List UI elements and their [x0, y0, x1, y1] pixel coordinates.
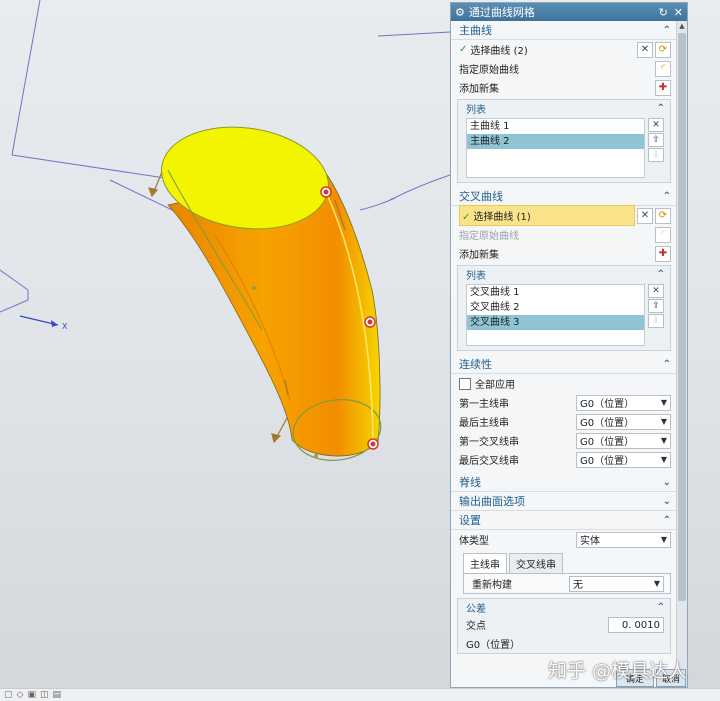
add-set-icon[interactable]: ✚: [655, 245, 671, 262]
chevron-down-icon: ▼: [660, 398, 667, 407]
curve-select-icon[interactable]: ⟳: [655, 207, 671, 224]
section-spine[interactable]: 脊线 ⌄: [451, 473, 677, 492]
chevron-down-icon[interactable]: ⌄: [663, 477, 671, 488]
body-type-select[interactable]: 实体 ▼: [576, 531, 671, 548]
axis-x-label: X: [62, 322, 68, 331]
section-primary-curves[interactable]: 主曲线 ⌃: [451, 21, 677, 40]
scroll-thumb[interactable]: [678, 33, 686, 601]
primary-select-curve-row[interactable]: ✓ 选择曲线 (2) ✕ ⟳: [451, 40, 677, 59]
chevron-down-icon: ▼: [653, 579, 660, 588]
continuity-select[interactable]: G0（位置） ▼: [576, 413, 671, 430]
continuity-select[interactable]: G0（位置） ▼: [576, 394, 671, 411]
chevron-down-icon[interactable]: ⌄: [663, 496, 671, 507]
cross-list-panel: 列表 ⌃ 交叉曲线 1 交叉曲线 2 交叉曲线 3 ✕ ⇧ ⇩: [457, 265, 671, 351]
check-icon: ✓: [462, 212, 471, 223]
down-arrow-icon[interactable]: ⇩: [648, 314, 664, 328]
cross-curves-list[interactable]: 交叉曲线 1 交叉曲线 2 交叉曲线 3: [466, 284, 645, 346]
status-icon[interactable]: ◇: [17, 690, 24, 700]
body-type-row: 体类型 实体 ▼: [451, 530, 677, 549]
gear-icon[interactable]: ⚙: [455, 6, 465, 19]
chevron-down-icon: ▼: [660, 436, 667, 445]
settings-tabs: 主线串 交叉线串: [463, 553, 671, 573]
primary-select-curve-label: 选择曲线 (2): [470, 46, 528, 57]
origin-curve-icon[interactable]: ◜: [655, 226, 671, 243]
continuity-row: 最后主线串 G0（位置） ▼: [451, 412, 677, 431]
cross-select-curve-row[interactable]: ✓ 选择曲线 (1) ✕ ⟳: [451, 205, 677, 226]
intersection-tolerance-field[interactable]: 0. 0010: [608, 616, 664, 633]
primary-add-new-set-row[interactable]: 添加新集 ✚: [451, 78, 677, 97]
chevron-up-icon[interactable]: ⌃: [663, 191, 671, 202]
cross-origin-curve-row[interactable]: 指定原始曲线 ◜: [451, 225, 677, 244]
dialog-scrollbar[interactable]: ▲ ▼: [676, 21, 687, 687]
section-continuity[interactable]: 连续性 ⌃: [451, 355, 677, 374]
chevron-down-icon: ▼: [660, 455, 667, 464]
chevron-up-icon[interactable]: ⌃: [657, 602, 665, 613]
chevron-down-icon: ▼: [660, 535, 667, 544]
up-arrow-icon[interactable]: ⇧: [648, 133, 664, 147]
scroll-up-icon[interactable]: ▲: [677, 21, 687, 31]
check-icon: ✓: [459, 44, 468, 55]
status-icon[interactable]: ▣: [27, 690, 36, 700]
cross-select-curve-label: 选择曲线 (1): [473, 212, 531, 223]
list-item[interactable]: 主曲线 1: [467, 119, 644, 134]
chevron-up-icon[interactable]: ⌃: [657, 269, 665, 280]
section-settings[interactable]: 设置 ⌃: [451, 511, 677, 530]
through-curve-mesh-dialog: ⚙ 通过曲线网格 ↻ ✕ 主曲线 ⌃ ✓ 选择曲线 (2) ✕ ⟳ 指定原始曲线…: [450, 2, 688, 688]
axis-triad: X: [19, 315, 68, 331]
section-cross-curves[interactable]: 交叉曲线 ⌃: [451, 187, 677, 206]
list-item[interactable]: 交叉曲线 2: [467, 300, 644, 315]
g0-row: G0（位置）: [466, 640, 521, 651]
add-set-icon[interactable]: ✚: [655, 79, 671, 96]
down-arrow-icon[interactable]: ⇩: [648, 148, 664, 162]
intersection-row: 交点 0. 0010: [458, 615, 670, 634]
up-arrow-icon[interactable]: ⇧: [648, 299, 664, 313]
primary-curves-list[interactable]: 主曲线 1 主曲线 2: [466, 118, 645, 178]
chevron-up-icon[interactable]: ⌃: [663, 25, 671, 36]
list-item[interactable]: 交叉曲线 3: [467, 315, 644, 330]
section-output-options[interactable]: 输出曲面选项 ⌄: [451, 492, 677, 511]
remove-icon[interactable]: ✕: [648, 284, 664, 298]
list-item[interactable]: 主曲线 2: [467, 134, 644, 149]
remove-icon[interactable]: ✕: [648, 118, 664, 132]
continuity-select[interactable]: G0（位置） ▼: [576, 432, 671, 449]
apply-all-row[interactable]: 全部应用: [451, 374, 677, 393]
chevron-down-icon: ▼: [660, 417, 667, 426]
status-bar: ▢ ◇ ▣ ◫ ▤: [0, 688, 720, 701]
dialog-title: 通过曲线网格: [468, 6, 535, 19]
tab-primary-string[interactable]: 主线串: [463, 553, 507, 573]
primary-origin-curve-row[interactable]: 指定原始曲线 ◜: [451, 59, 677, 78]
tab-cross-string[interactable]: 交叉线串: [509, 553, 563, 573]
apply-all-checkbox[interactable]: [459, 377, 471, 390]
primary-list-panel: 列表 ⌃ 主曲线 1 主曲线 2 ✕ ⇧ ⇩: [457, 99, 671, 183]
close-icon[interactable]: ✕: [674, 6, 683, 19]
cross-add-new-set-row[interactable]: 添加新集 ✚: [451, 244, 677, 263]
chevron-up-icon[interactable]: ⌃: [657, 103, 665, 114]
continuity-row: 第一主线串 G0（位置） ▼: [451, 393, 677, 412]
settings-tab-panel: 重新构建 无 ▼: [463, 573, 671, 594]
status-icon[interactable]: ◫: [40, 690, 49, 700]
dialog-titlebar[interactable]: ⚙ 通过曲线网格 ↻ ✕: [451, 3, 687, 21]
curve-select-icon[interactable]: ⟳: [655, 41, 671, 58]
tolerance-panel: 公差 ⌃ 交点 0. 0010 G0（位置）: [457, 598, 671, 654]
rebuild-select[interactable]: 无 ▼: [569, 575, 664, 592]
cross-icon[interactable]: ✕: [637, 207, 653, 224]
status-icon[interactable]: ▤: [52, 690, 61, 700]
graphics-viewport[interactable]: X: [0, 0, 451, 688]
continuity-row: 最后交叉线串 G0（位置） ▼: [451, 450, 677, 469]
cross-icon[interactable]: ✕: [637, 41, 653, 58]
chevron-up-icon[interactable]: ⌃: [663, 515, 671, 526]
watermark: 知乎 @模具达人: [548, 660, 688, 682]
continuity-select[interactable]: G0（位置） ▼: [576, 451, 671, 468]
rebuild-row: 重新构建 无 ▼: [464, 574, 670, 593]
chevron-up-icon[interactable]: ⌃: [663, 359, 671, 370]
status-icon[interactable]: ▢: [4, 690, 13, 700]
dialog-content: 主曲线 ⌃ ✓ 选择曲线 (2) ✕ ⟳ 指定原始曲线 ◜ 添加新集 ✚ 列表 …: [451, 21, 677, 687]
origin-curve-icon[interactable]: ◜: [655, 60, 671, 77]
viewport-canvas[interactable]: X: [0, 0, 451, 688]
list-item[interactable]: 交叉曲线 1: [467, 285, 644, 300]
reset-icon[interactable]: ↻: [659, 6, 668, 19]
continuity-row: 第一交叉线串 G0（位置） ▼: [451, 431, 677, 450]
